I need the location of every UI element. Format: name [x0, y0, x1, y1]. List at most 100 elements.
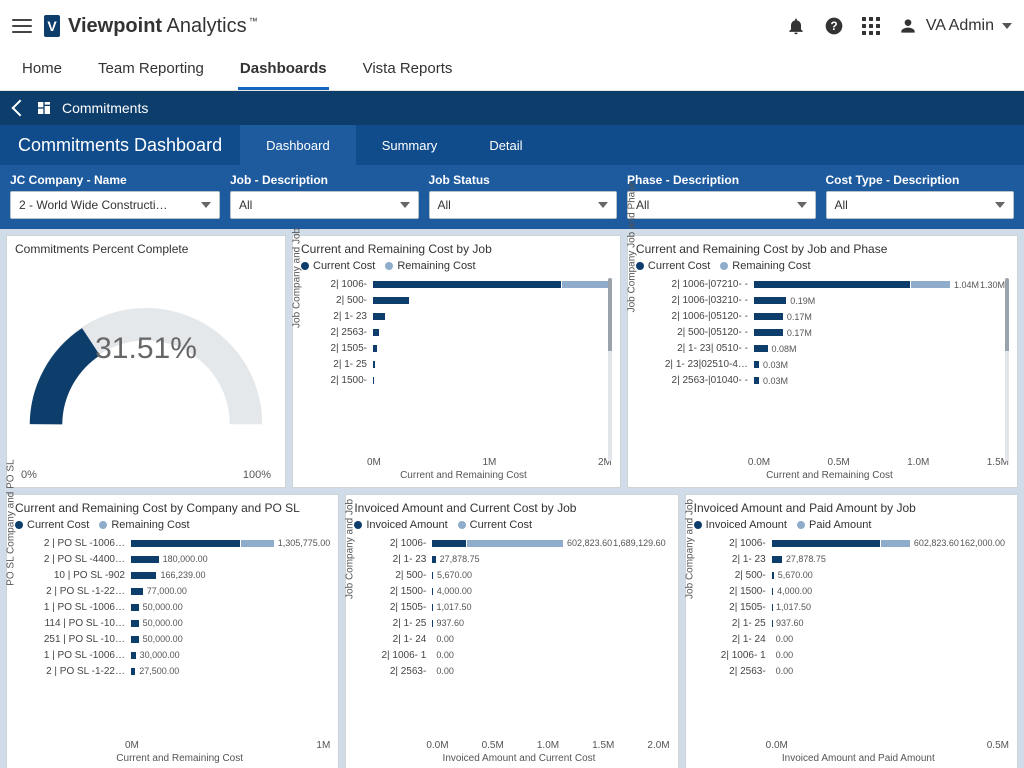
chart-crc-posl[interactable]: 2 | PO SL -1006…1,305,775.002 | PO SL -4… — [15, 535, 330, 764]
x-tick: 1M — [316, 740, 330, 751]
x-axis-title: Current and Remaining Cost — [29, 753, 330, 764]
filter-select-cost-type[interactable]: All — [826, 191, 1015, 219]
scrollbar[interactable] — [608, 278, 612, 461]
y-tick: 2| 1500- — [708, 586, 772, 597]
chart-legend: Current Cost Remaining Cost — [636, 260, 1009, 272]
nav-tab-team-reporting[interactable]: Team Reporting — [96, 60, 206, 90]
subtab-detail[interactable]: Detail — [463, 125, 548, 165]
page-title: Commitments Dashboard — [0, 125, 240, 165]
page-header: Commitments Dashboard Dashboard Summary … — [0, 125, 1024, 165]
x-tick: 0.5M — [482, 740, 504, 751]
breadcrumb-title: Commitments — [62, 100, 148, 116]
y-tick: 2| 1- 23 — [708, 554, 772, 565]
subtab-dashboard[interactable]: Dashboard — [240, 125, 356, 165]
menu-icon[interactable] — [12, 19, 32, 33]
chart-legend: Invoiced Amount Paid Amount — [694, 519, 1009, 531]
card-crc-job: Current and Remaining Cost by Job Curren… — [292, 235, 621, 488]
topbar: V Viewpoint Analytics™ ? VA Admin — [0, 0, 1024, 52]
nav-tab-dashboards[interactable]: Dashboards — [238, 60, 329, 90]
chart-legend: Invoiced Amount Current Cost — [354, 519, 669, 531]
chevron-down-icon — [598, 202, 608, 208]
scrollbar[interactable] — [1005, 278, 1009, 461]
filter-select-job-status[interactable]: All — [429, 191, 618, 219]
chevron-down-icon — [201, 202, 211, 208]
x-tick: 0.5M — [828, 457, 850, 468]
y-tick: 2 | PO SL -1006… — [29, 538, 131, 549]
card-crc-posl: Current and Remaining Cost by Company an… — [6, 494, 339, 768]
filter-select-jc-company[interactable]: 2 - World Wide Constructi… — [10, 191, 220, 219]
filter-job-status: Job Status All — [429, 173, 618, 219]
gauge: 31.51% — [15, 260, 277, 477]
user-name: VA Admin — [926, 17, 994, 35]
filter-label: Job - Description — [230, 173, 419, 187]
chevron-down-icon — [400, 202, 410, 208]
y-tick: 2| 1- 23 — [315, 311, 373, 322]
filter-label: Phase - Description — [627, 173, 816, 187]
user-icon — [898, 16, 918, 36]
chevron-down-icon — [797, 202, 807, 208]
y-tick: 2 | PO SL -1-22… — [29, 666, 131, 677]
x-tick: 0.0M — [426, 740, 448, 751]
dashboard-icon — [36, 100, 52, 116]
y-tick: 2| 1500- — [315, 375, 373, 386]
filter-jc-company: JC Company - Name 2 - World Wide Constru… — [10, 173, 220, 219]
card-title: Current and Remaining Cost by Company an… — [15, 501, 330, 515]
y-tick: 2| 1500- — [368, 586, 432, 597]
dashboard-body: Commitments Percent Complete 31.51% 0% 1… — [0, 229, 1024, 768]
brand-text: Viewpoint Analytics™ — [68, 15, 258, 38]
x-tick: 1M — [483, 457, 497, 468]
x-tick: 0.0M — [748, 457, 770, 468]
x-axis-title: Invoiced Amount and Paid Amount — [708, 753, 1009, 764]
filters-bar: JC Company - Name 2 - World Wide Constru… — [0, 165, 1024, 229]
back-icon[interactable] — [12, 100, 29, 117]
brand-logo: V — [44, 15, 60, 37]
gauge-value: 31.51% — [15, 332, 277, 366]
card-title: Current and Remaining Cost by Job — [301, 242, 612, 256]
chart-inv-paid[interactable]: 2| 1006-602,823.60162,000.002| 1- 2327,8… — [694, 535, 1009, 764]
x-axis-title: Current and Remaining Cost — [315, 470, 612, 481]
y-tick: 2| 1- 24 — [368, 634, 432, 645]
y-tick: 2| 500- — [368, 570, 432, 581]
bell-icon[interactable] — [786, 16, 806, 36]
nav-tab-home[interactable]: Home — [20, 60, 64, 90]
x-tick: 2.0M — [647, 740, 669, 751]
card-title: Current and Remaining Cost by Job and Ph… — [636, 242, 1009, 256]
y-tick: 2| 1006-|05120- - — [650, 311, 754, 322]
chart-crc-job-phase[interactable]: 2| 1006-|07210- -1.04M1.30M2| 1006-|0321… — [636, 276, 1009, 481]
y-tick: 114 | PO SL -10… — [29, 618, 131, 629]
y-tick: 2| 1- 23|02510-4… — [650, 359, 754, 370]
y-tick: 251 | PO SL -10… — [29, 634, 131, 645]
y-tick: 2| 500-|05120- - — [650, 327, 754, 338]
filter-label: Cost Type - Description — [826, 173, 1015, 187]
y-tick: 2| 1006- — [315, 279, 373, 290]
chevron-down-icon — [1002, 23, 1012, 29]
breadcrumb-bar: Commitments — [0, 91, 1024, 125]
filter-select-phase[interactable]: All — [627, 191, 816, 219]
x-tick: 1.5M — [592, 740, 614, 751]
filter-select-job[interactable]: All — [230, 191, 419, 219]
x-tick: 0M — [367, 457, 381, 468]
nav-tab-vista-reports[interactable]: Vista Reports — [361, 60, 455, 90]
filter-phase: Phase - Description All — [627, 173, 816, 219]
y-tick: 2| 1505- — [315, 343, 373, 354]
y-tick: 2| 1006- — [708, 538, 772, 549]
y-tick: 2| 2563- — [315, 327, 373, 338]
svg-text:?: ? — [830, 20, 837, 33]
page-subtabs: Dashboard Summary Detail — [240, 125, 548, 165]
filter-label: Job Status — [429, 173, 618, 187]
chevron-down-icon — [995, 202, 1005, 208]
chart-crc-job[interactable]: 2| 1006- 2| 500- 2| 1- 23 2| 2563- 2| 1505- 2… — [301, 276, 612, 481]
x-tick: 1.0M — [907, 457, 929, 468]
y-tick: 2| 1- 23| 0510- - — [650, 343, 754, 354]
chart-inv-cur[interactable]: 2| 1006-602,823.601,689,129.602| 1- 2327… — [354, 535, 669, 764]
subtab-summary[interactable]: Summary — [356, 125, 464, 165]
y-tick: 2| 500- — [315, 295, 373, 306]
y-tick: 2| 2563- — [708, 666, 772, 677]
y-tick: 1 | PO SL -1006… — [29, 602, 131, 613]
user-menu[interactable]: VA Admin — [898, 16, 1012, 36]
y-tick: 2| 2563-|01040- - — [650, 375, 754, 386]
help-icon[interactable]: ? — [824, 16, 844, 36]
brand: V Viewpoint Analytics™ — [44, 15, 258, 38]
y-tick: 2| 1006- 1 — [708, 650, 772, 661]
apps-icon[interactable] — [862, 17, 880, 35]
